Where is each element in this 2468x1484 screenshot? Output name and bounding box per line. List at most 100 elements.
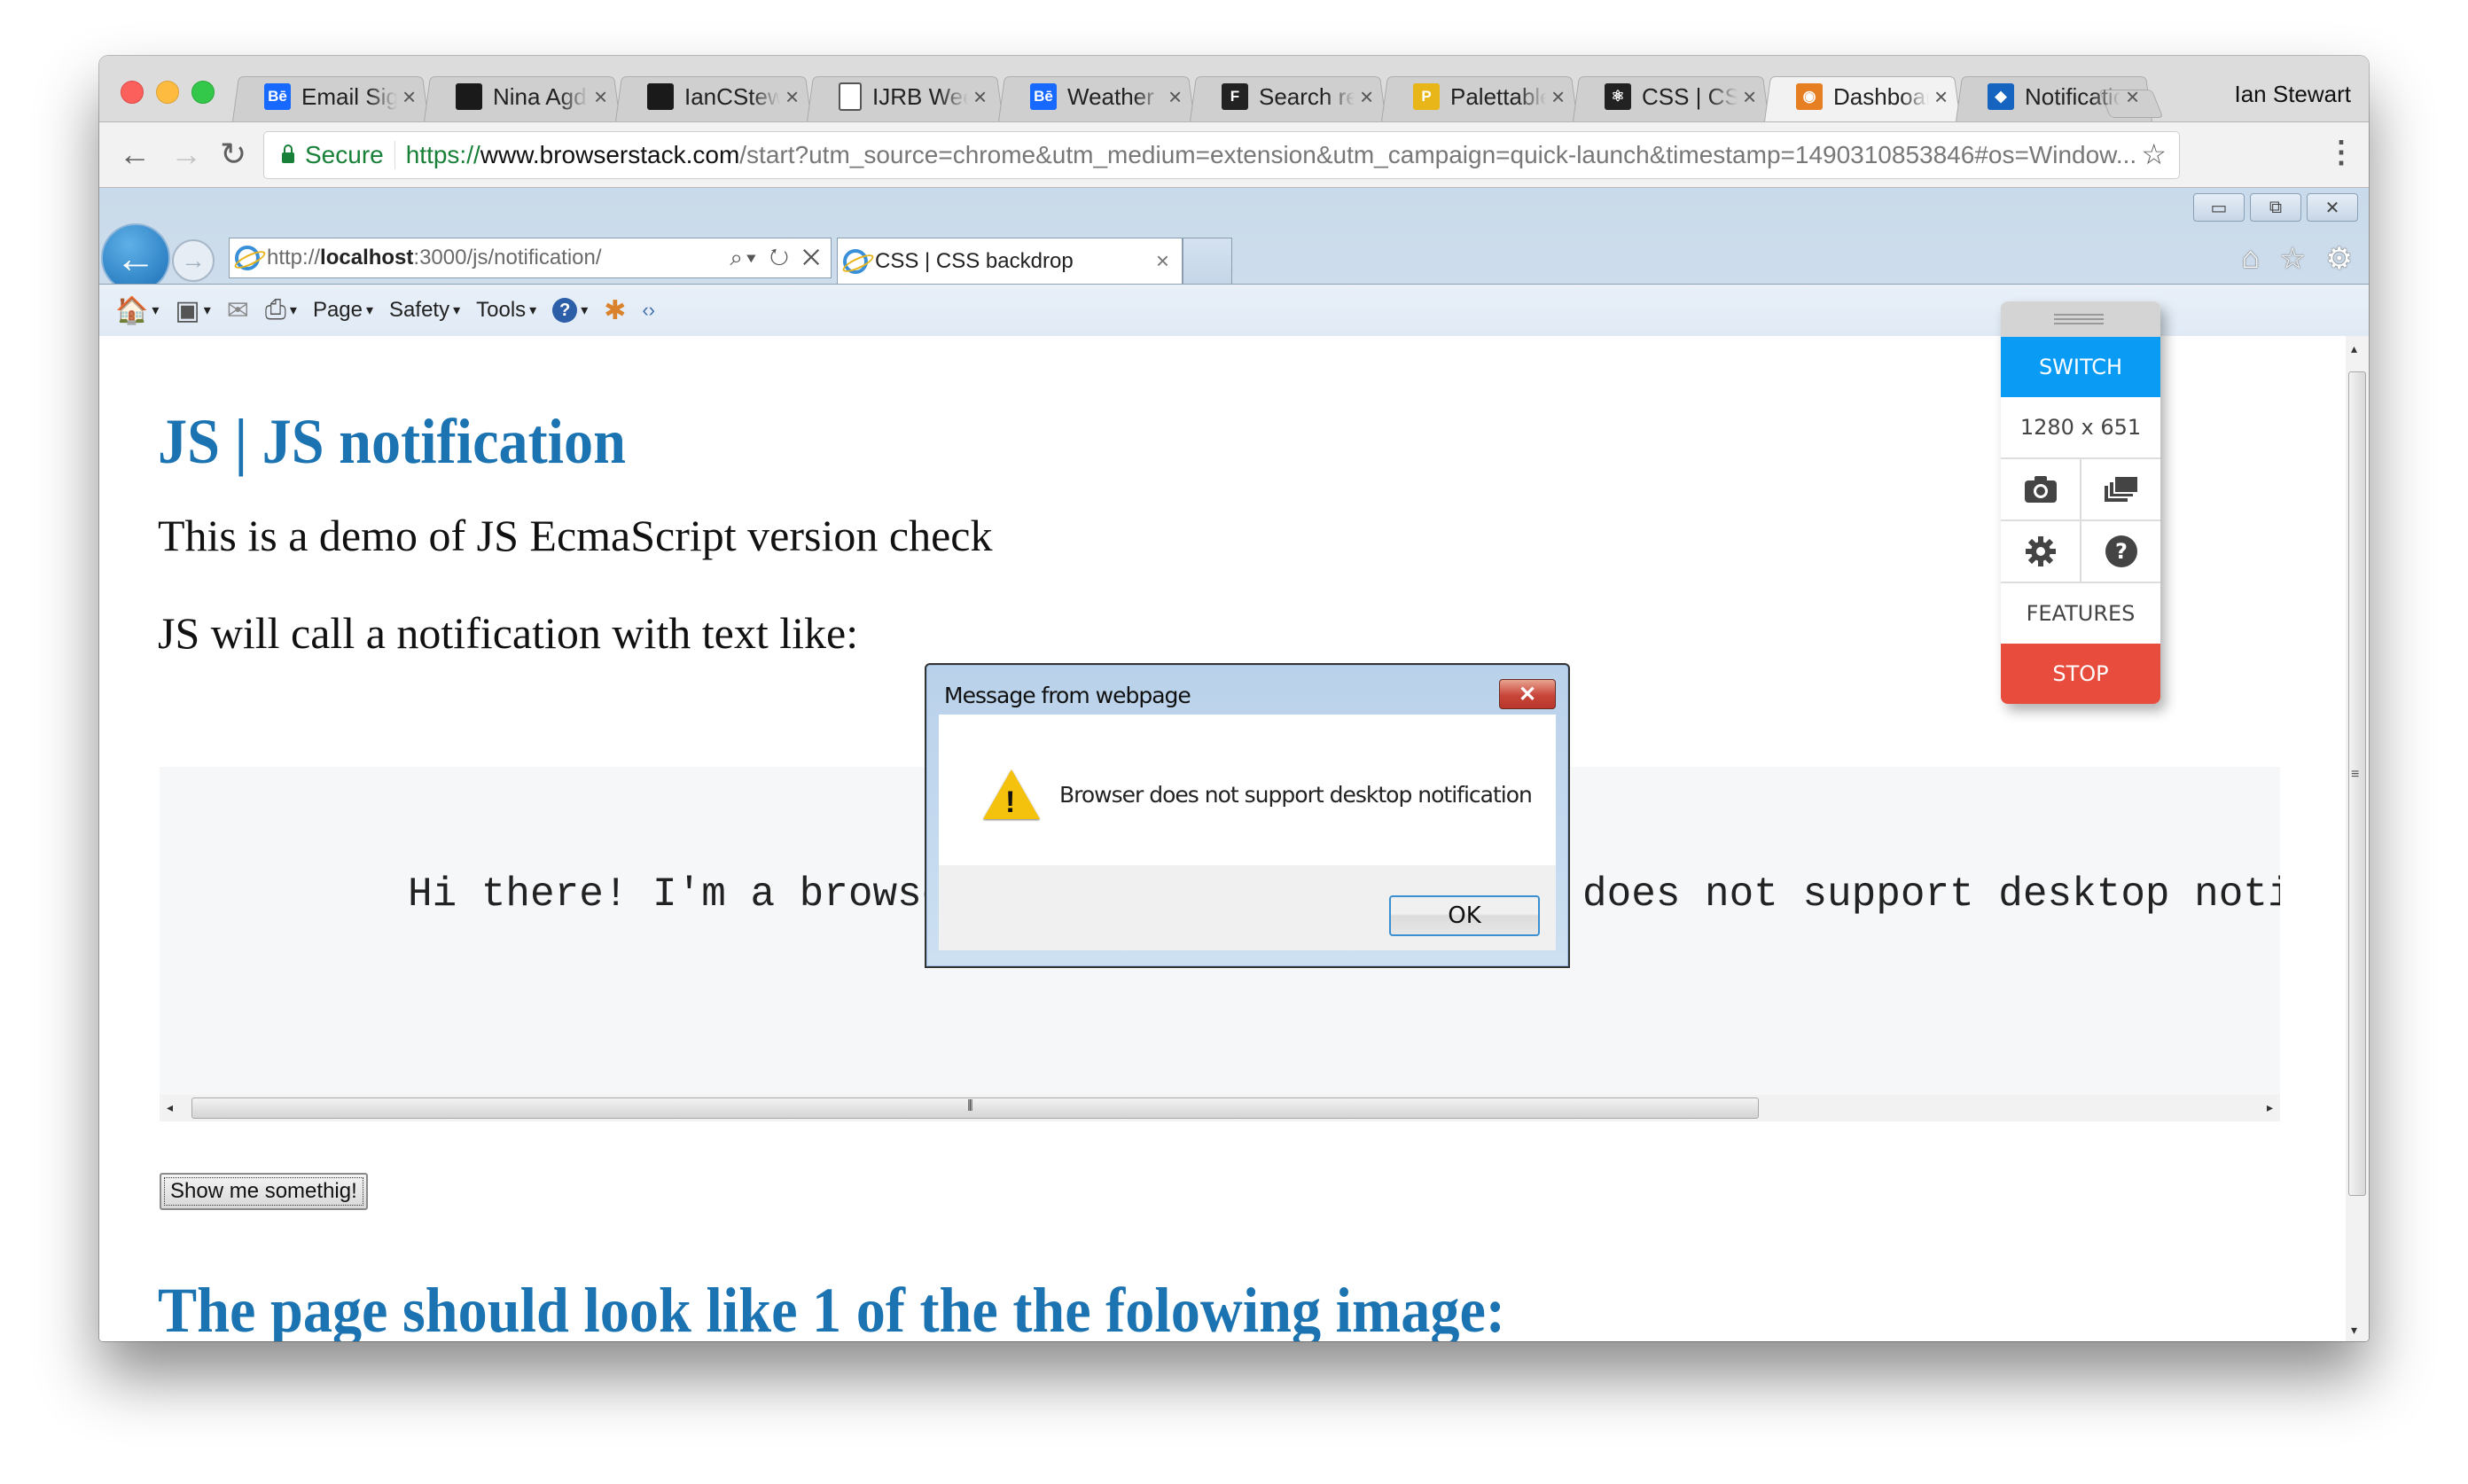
vertical-scroll-thumb[interactable] (2348, 371, 2366, 1196)
github-icon (647, 83, 674, 110)
close-window-button[interactable] (121, 81, 144, 104)
back-arrow-icon[interactable]: ← (119, 135, 151, 174)
screenshot-button[interactable] (2001, 459, 2080, 519)
ok-button[interactable]: OK (1389, 895, 1540, 936)
chrome-toolbar: ← → ↻ Secure https://www.browserstack.co… (99, 122, 2369, 188)
camera-icon (2024, 476, 2057, 503)
cmd-print[interactable]: ⎙ ▾ (265, 295, 297, 325)
chrome-dashboard-icon: ◉ (1796, 83, 1823, 110)
scroll-down-arrow-icon[interactable]: ▾ (2351, 1323, 2357, 1338)
ie-restore-button[interactable]: ⧉ (2250, 193, 2301, 222)
chrome-tab[interactable]: IJRB Weekly× (807, 72, 1004, 121)
cmd-help[interactable]: ? ▾ (552, 298, 588, 323)
caret-down-icon: ▾ (529, 303, 537, 318)
cmd-addons[interactable]: ✱ (604, 295, 626, 326)
search-site-icon: F (1222, 83, 1248, 110)
page-menu-label: Page (312, 298, 363, 322)
tab-close-icon[interactable]: × (1934, 83, 1948, 111)
ie-new-tab-button[interactable] (1183, 238, 1232, 284)
chrome-tab[interactable]: ⚛ CSS | CSS backdrop× (1573, 72, 1769, 121)
scroll-up-arrow-icon[interactable]: ▴ (2351, 341, 2357, 356)
tab-close-icon[interactable]: × (1168, 83, 1182, 111)
tab-close-icon[interactable]: × (785, 83, 799, 111)
dialog-close-button[interactable]: ✕ (1499, 679, 1556, 709)
ie-minimize-button[interactable]: ▭ (2193, 193, 2245, 222)
cmd-dev[interactable]: ‹› (642, 299, 655, 322)
dialog-footer: OK (939, 865, 1556, 950)
help-circle-icon: ? (2105, 535, 2137, 567)
chrome-tab[interactable]: F Search results× (1190, 72, 1386, 121)
chrome-tab[interactable]: Nina Agdal× (424, 72, 621, 121)
home-icon: 🏠 (115, 295, 149, 325)
caret-down-icon: ▾ (289, 303, 297, 318)
description-paragraph: JS will call a notification with text li… (158, 608, 859, 658)
cmd-home[interactable]: 🏠 ▾ (115, 295, 159, 326)
ie-tab-close-icon[interactable]: × (1156, 247, 1169, 275)
minimize-window-button[interactable] (156, 81, 179, 104)
caret-down-icon: ▾ (203, 303, 211, 318)
tab-close-icon[interactable]: × (594, 83, 607, 111)
ie-window-controls: ▭ ⧉ ✕ (2193, 193, 2358, 222)
cmd-safety-menu[interactable]: Safety ▾ (389, 298, 460, 323)
tab-close-icon[interactable]: × (1743, 83, 1756, 111)
gear-icon[interactable]: ⚙ (2326, 241, 2353, 277)
ie-close-button[interactable]: ✕ (2307, 193, 2358, 222)
reload-icon[interactable]: ↻ (220, 135, 246, 174)
bug-addon-icon: ✱ (604, 295, 627, 325)
stop-button[interactable]: STOP (2001, 644, 2160, 704)
cmd-page-menu[interactable]: Page ▾ (313, 298, 373, 323)
home-icon[interactable]: ⌂ (2241, 241, 2260, 277)
notification-app-icon: ◆ (1988, 83, 2014, 110)
show-me-something-button[interactable]: Show me somethig! (160, 1173, 368, 1210)
bookmark-star-icon[interactable]: ☆ (2141, 137, 2167, 171)
chrome-tab-title: IanCStewart (684, 82, 780, 110)
panel-drag-handle[interactable] (2001, 301, 2160, 337)
ie-tab-favicon-icon (843, 248, 868, 274)
settings-button[interactable] (2001, 521, 2080, 582)
resolution-display[interactable]: 1280 x 651 (2001, 397, 2160, 459)
chrome-tab[interactable]: Bē Email Signature× (232, 72, 429, 121)
ie-tab-active[interactable]: CSS | CSS backdrop × (837, 238, 1183, 284)
cmd-tools-menu[interactable]: Tools ▾ (476, 298, 536, 323)
tab-close-icon[interactable]: × (1360, 83, 1373, 111)
chrome-tab[interactable]: IanCStewart× (615, 72, 812, 121)
scroll-right-arrow-icon[interactable]: ▸ (2267, 1100, 2273, 1115)
url-text[interactable]: https://www.browserstack.com/start?utm_s… (406, 141, 2136, 169)
ie-url-path: :3000/js/notification/ (413, 246, 602, 269)
tab-close-icon[interactable]: × (973, 83, 987, 111)
favorites-star-icon[interactable]: ☆ (2279, 241, 2306, 277)
cmd-feeds[interactable]: ▣ ▾ (175, 295, 210, 326)
horizontal-scrollbar[interactable]: ◂ ▸ (160, 1095, 2280, 1121)
profile-name[interactable]: Ian Stewart (2234, 81, 2351, 108)
help-button[interactable]: ? (2080, 521, 2160, 582)
scroll-left-arrow-icon[interactable]: ◂ (167, 1100, 173, 1115)
chrome-tab[interactable]: ◉ Dashboard× (1764, 72, 1961, 121)
zoom-window-button[interactable] (191, 81, 215, 104)
omnibox[interactable]: Secure https://www.browserstack.com/star… (263, 131, 2180, 179)
browserstack-panel: SWITCH 1280 x 651 ? FEATURES STOP (2001, 301, 2160, 704)
mail-icon: ✉ (226, 295, 249, 325)
tab-close-icon[interactable]: × (1551, 83, 1565, 111)
features-button[interactable]: FEATURES (2001, 583, 2160, 644)
ie-search-refresh-stop-icons[interactable]: ⌕▾ ↻ ✕ (730, 244, 824, 272)
switch-button[interactable]: SWITCH (2001, 337, 2160, 397)
warning-exclamation: ! (1005, 785, 1016, 819)
dev-tools-icon: ‹› (642, 299, 656, 321)
ie-address-bar[interactable]: http://localhost:3000/js/notification/ ⌕… (229, 238, 832, 278)
horizontal-scroll-thumb[interactable] (191, 1097, 1759, 1119)
chrome-menu-icon[interactable]: ⋮ (2326, 135, 2356, 170)
tab-close-icon[interactable]: × (402, 83, 416, 111)
tab-close-icon[interactable]: × (2126, 83, 2139, 111)
chrome-tab-strip: BēEmail Signature×Nina Agdal×IanCStewart… (99, 56, 2369, 122)
cmd-mail[interactable]: ✉ (227, 295, 249, 326)
gallery-button[interactable] (2080, 459, 2160, 519)
chrome-tab[interactable]: Bē Weather Icons× (998, 72, 1195, 121)
chrome-tab-title: CSS | CSS backdrop (1642, 82, 1738, 110)
ie-back-button[interactable]: ← (101, 223, 170, 293)
ie-forward-button[interactable]: → (172, 239, 215, 282)
intro-paragraph: This is a demo of JS EcmaScript version … (158, 511, 993, 560)
palettable-icon: P (1413, 83, 1440, 110)
forward-arrow-icon[interactable]: → (170, 135, 202, 174)
chrome-tab[interactable]: P Palettable × (1381, 72, 1578, 121)
vertical-scrollbar[interactable]: ▴ ▾ (2346, 336, 2369, 1341)
